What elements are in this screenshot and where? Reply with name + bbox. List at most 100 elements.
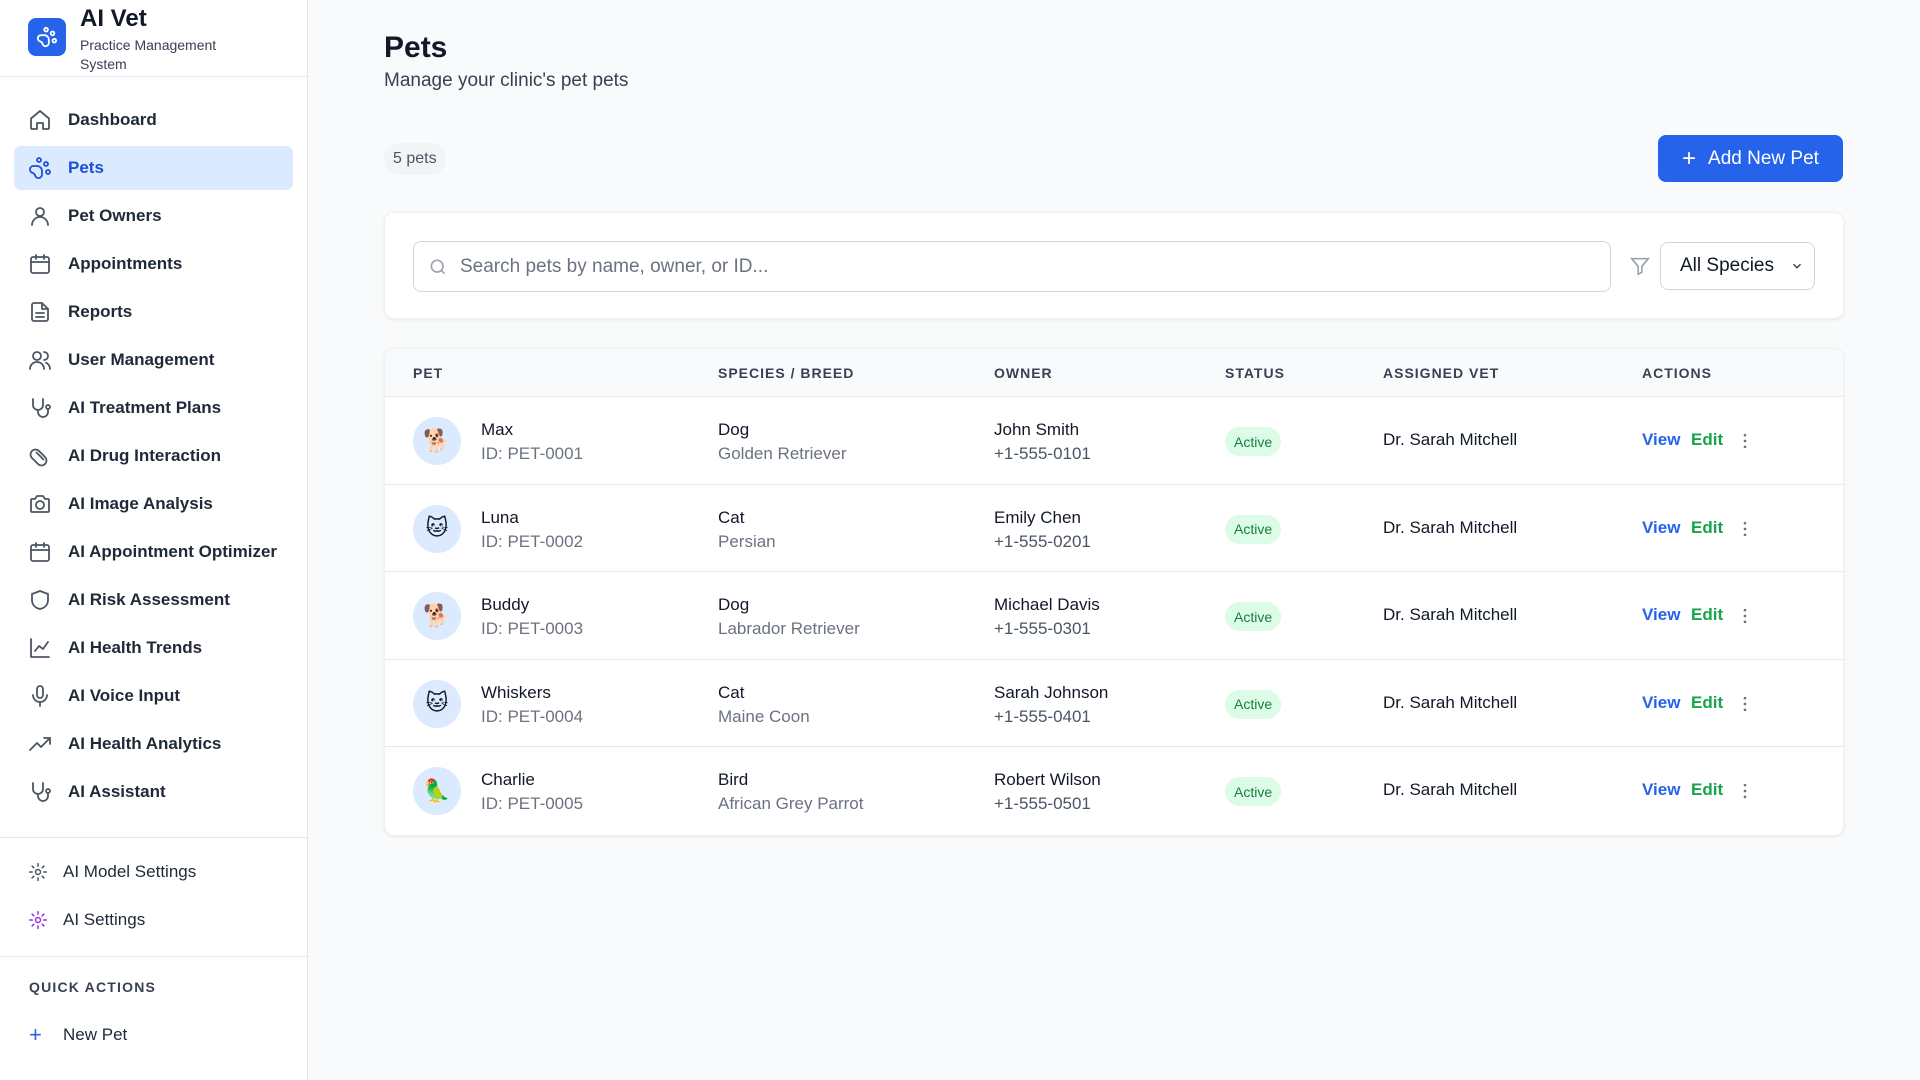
plus-icon: +	[29, 1022, 42, 1047]
column-header-assigned-vet: ASSIGNED VET	[1383, 365, 1500, 381]
page-subtitle: Manage your clinic's pet pets	[384, 70, 629, 91]
pet-species: Cat	[718, 507, 745, 527]
pet-avatar: 🐕	[413, 592, 461, 641]
sidebar-item-reports[interactable]: Reports	[14, 290, 293, 334]
pet-cell: Whiskers ID: PET-0004	[481, 681, 583, 729]
paw-icon	[29, 157, 51, 179]
column-header-species-breed: SPECIES / BREED	[718, 365, 855, 381]
sidebar-item-ai-image-analysis[interactable]: AI Image Analysis	[14, 482, 293, 526]
species-cell: Cat Maine Coon	[718, 681, 810, 729]
owner-cell: Emily Chen +1-555-0201	[994, 506, 1091, 554]
species-filter-value: All Species	[1680, 255, 1774, 276]
pet-emoji: 🐱	[425, 691, 449, 717]
status-badge: Active	[1225, 689, 1282, 719]
edit-link[interactable]: Edit	[1691, 693, 1723, 713]
table-row[interactable]: 🦜 Charlie ID: PET-0005 Bird African Grey Par…	[385, 747, 1843, 835]
sidebar-item-label: AI Assistant	[68, 782, 166, 801]
app-title: AI Vet	[80, 5, 147, 32]
sidebar-item-label: AI Model Settings	[63, 862, 197, 881]
sidebar-item-label: AI Health Trends	[68, 638, 203, 657]
edit-link[interactable]: Edit	[1691, 430, 1723, 450]
trending-up-icon	[29, 737, 51, 751]
assigned-vet: Dr. Sarah Mitchell	[1383, 605, 1518, 625]
brand-header: AI Vet Practice Management System	[0, 0, 307, 77]
view-link[interactable]: View	[1642, 780, 1680, 800]
pet-species: Cat	[718, 682, 745, 702]
sidebar-item-ai-risk-assessment[interactable]: AI Risk Assessment	[14, 578, 293, 622]
sidebar-item-pet-owners[interactable]: Pet Owners	[14, 194, 293, 238]
more-vertical-icon[interactable]	[1735, 606, 1755, 626]
quick-actions-title: QUICK ACTIONS	[29, 979, 157, 995]
search-input[interactable]	[460, 255, 1560, 278]
sidebar-item-ai-health-trends[interactable]: AI Health Trends	[14, 626, 293, 670]
view-link[interactable]: View	[1642, 693, 1680, 713]
sidebar-item-label: Dashboard	[68, 110, 157, 129]
page-title: Pets	[384, 31, 448, 64]
column-header-actions: ACTIONS	[1642, 365, 1712, 381]
more-vertical-icon[interactable]	[1735, 519, 1755, 539]
assigned-vet: Dr. Sarah Mitchell	[1383, 430, 1518, 449]
sidebar-item-label: Appointments	[68, 254, 183, 273]
edit-link[interactable]: Edit	[1691, 518, 1723, 538]
pet-breed: Maine Coon	[718, 706, 810, 726]
mic-icon	[32, 685, 48, 707]
sidebar-item-label: AI Image Analysis	[68, 494, 213, 513]
pet-avatar: 🐱	[413, 504, 461, 553]
table-row[interactable]: 🐕 Max ID: PET-0001 Dog Golden Retriever John …	[385, 397, 1843, 485]
more-vertical-icon[interactable]	[1735, 694, 1755, 714]
view-link[interactable]: View	[1642, 430, 1680, 450]
view-link[interactable]: View	[1642, 605, 1680, 625]
view-link[interactable]: View	[1642, 518, 1680, 538]
pet-avatar: 🦜	[413, 767, 461, 816]
table-row[interactable]: 🐱 Luna ID: PET-0002 Cat Persian Emily Chen +1-…	[385, 485, 1843, 573]
sidebar-item-ai-appointment-optimizer[interactable]: AI Appointment Optimizer	[14, 530, 293, 574]
chevron-down-icon	[1792, 263, 1802, 269]
pet-name: Charlie	[481, 770, 535, 790]
sidebar-item-dashboard[interactable]: Dashboard	[14, 98, 293, 142]
add-new-pet-button[interactable]: + Add New Pet	[1658, 135, 1843, 182]
sidebar-item-ai-voice-input[interactable]: AI Voice Input	[14, 674, 293, 718]
sidebar-item-ai-treatment-plans[interactable]: AI Treatment Plans	[14, 386, 293, 430]
status-badge: Active	[1225, 777, 1282, 807]
pet-breed: African Grey Parrot	[718, 794, 864, 814]
species-filter-select[interactable]: All Species	[1660, 242, 1815, 290]
owner-cell: Sarah Johnson +1-555-0401	[994, 681, 1108, 729]
more-vertical-icon[interactable]	[1735, 781, 1755, 801]
pet-breed: Persian	[718, 531, 776, 551]
pet-cell: Max ID: PET-0001	[481, 418, 583, 466]
sidebar-item-user-management[interactable]: User Management	[14, 338, 293, 382]
edit-link[interactable]: Edit	[1691, 605, 1723, 625]
owner-name: Robert Wilson	[994, 770, 1101, 790]
owner-phone: +1-555-0301	[994, 619, 1091, 639]
more-vertical-icon[interactable]	[1735, 431, 1755, 451]
sidebar-item-ai-drug-interaction[interactable]: AI Drug Interaction	[14, 434, 293, 478]
table-row[interactable]: 🐕 Buddy ID: PET-0003 Dog Labrador Retriever M…	[385, 572, 1843, 660]
plus-icon: +	[1682, 144, 1697, 172]
sidebar-item-ai-model-settings[interactable]: AI Model Settings	[14, 850, 293, 894]
species-cell: Dog Labrador Retriever	[718, 593, 860, 641]
owner-phone: +1-555-0101	[994, 444, 1091, 463]
pet-id: ID: PET-0002	[481, 531, 584, 551]
owner-phone: +1-555-0501	[994, 794, 1091, 814]
table-row[interactable]: 🐱 Whiskers ID: PET-0004 Cat Maine Coon Sarah …	[385, 660, 1843, 748]
sidebar-item-ai-settings[interactable]: AI Settings	[14, 898, 293, 942]
edit-link[interactable]: Edit	[1691, 780, 1723, 800]
sidebar-item-pets[interactable]: Pets	[14, 146, 293, 190]
pet-breed: Labrador Retriever	[718, 619, 860, 639]
owner-cell: John Smith +1-555-0101	[994, 418, 1091, 466]
quick-action-new-pet[interactable]: + New Pet	[0, 1013, 307, 1057]
sidebar-nav: Dashboard Pets Pet Owners Appointments Repor…	[0, 77, 307, 814]
sidebar-item-appointments[interactable]: Appointments	[14, 242, 293, 286]
pet-emoji: 🦜	[423, 778, 451, 804]
pill-icon	[29, 448, 48, 467]
pet-species: Dog	[718, 595, 750, 615]
pet-count-badge: 5 pets	[384, 143, 446, 175]
sidebar-item-ai-assistant[interactable]: AI Assistant	[14, 770, 293, 814]
pet-cell: Buddy ID: PET-0003	[481, 593, 583, 641]
pet-cell: Luna ID: PET-0002	[481, 506, 583, 554]
quick-actions-list: + New Pet	[0, 1013, 307, 1057]
sidebar-item-label: AI Settings	[63, 910, 146, 929]
sidebar-item-ai-health-analytics[interactable]: AI Health Analytics	[14, 722, 293, 766]
pet-id: ID: PET-0004	[481, 706, 584, 726]
search-box[interactable]	[413, 241, 1611, 292]
